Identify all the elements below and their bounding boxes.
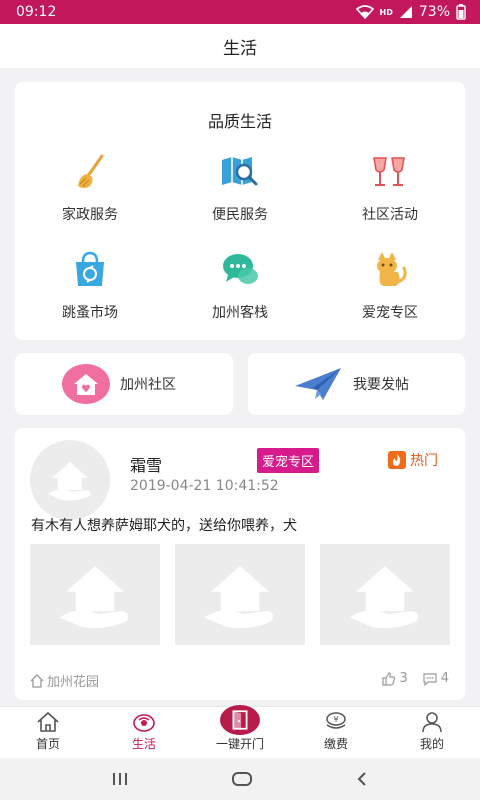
service-label: 便民服务 — [212, 207, 268, 223]
like-button[interactable]: 3 — [382, 671, 408, 686]
create-post-button[interactable]: 我要发帖 — [248, 353, 465, 415]
post-stats: 3 4 — [382, 671, 449, 686]
tab-payment[interactable]: ¥ 缴费 — [288, 707, 384, 758]
comment-count: 4 — [440, 671, 449, 686]
placeholder-house-icon — [204, 565, 273, 628]
placeholder-house-icon — [59, 565, 128, 628]
tab-label: 我的 — [419, 737, 444, 751]
service-label: 家政服务 — [62, 207, 118, 223]
tab-open-door[interactable]: 一键开门 — [192, 705, 288, 758]
life-icon — [133, 714, 155, 732]
placeholder-house-icon — [48, 462, 91, 501]
top-bar: 生活 — [0, 24, 480, 68]
tab-label: 生活 — [131, 737, 156, 751]
battery-icon — [456, 4, 466, 20]
service-label: 爱宠专区 — [362, 305, 418, 321]
service-convenience[interactable]: 便民服务 — [165, 150, 315, 224]
payment-icon: ¥ — [326, 712, 346, 729]
service-label: 加州客栈 — [212, 305, 268, 321]
service-label: 社区活动 — [362, 207, 418, 223]
map-search-icon — [222, 157, 258, 186]
shopping-bag-icon — [76, 251, 104, 286]
avatar[interactable] — [30, 440, 110, 520]
thumbs-up-icon — [382, 671, 396, 686]
status-bar: 09:12 HD 73% — [0, 0, 480, 24]
tab-home[interactable]: 首页 — [0, 707, 96, 758]
home-nav-icon[interactable] — [231, 771, 253, 787]
status-time: 09:12 — [16, 4, 57, 20]
post-location: 加州花园 — [30, 671, 99, 690]
comment-button[interactable]: 4 — [422, 671, 449, 686]
door-icon — [232, 710, 248, 730]
home-icon — [37, 711, 59, 732]
back-icon[interactable] — [355, 771, 369, 787]
chat-bubbles-icon — [223, 254, 258, 284]
post-image[interactable] — [30, 544, 160, 645]
post-image[interactable] — [175, 544, 305, 645]
service-grid: 家政服务 便民服务 社区活动 跳蚤市场 加州客栈 爱宠专区 — [15, 150, 465, 322]
service-pet-zone[interactable]: 爱宠专区 — [315, 248, 465, 322]
svg-text:¥: ¥ — [333, 715, 338, 724]
community-button[interactable]: 加州社区 — [15, 353, 233, 415]
home-outline-icon — [30, 673, 44, 688]
tab-label: 缴费 — [323, 737, 348, 751]
door-button[interactable] — [220, 705, 260, 735]
tab-label: 首页 — [35, 737, 60, 751]
battery-percent: 73% — [418, 4, 450, 20]
category-tag: 爱宠专区 — [257, 448, 320, 473]
signal-icon — [399, 6, 412, 18]
paper-plane-icon — [295, 368, 341, 400]
broom-icon — [78, 154, 104, 188]
page-title: 生活 — [223, 38, 257, 59]
service-california-inn[interactable]: 加州客栈 — [165, 248, 315, 322]
status-indicators: HD 73% — [355, 4, 466, 20]
tab-label: 一键开门 — [215, 737, 264, 751]
service-label: 跳蚤市场 — [62, 305, 118, 321]
service-flea-market[interactable]: 跳蚤市场 — [15, 248, 165, 322]
service-housekeeping[interactable]: 家政服务 — [15, 150, 165, 224]
hot-label: 热门 — [410, 453, 438, 469]
create-post-label: 我要发帖 — [353, 377, 409, 393]
section-title: 品质生活 — [207, 112, 272, 131]
user-name[interactable]: 霜雪 — [130, 452, 162, 476]
comment-icon — [423, 672, 437, 686]
location-label: 加州花园 — [47, 675, 100, 690]
placeholder-house-icon — [349, 565, 418, 628]
wifi-icon — [355, 5, 374, 19]
cat-icon — [377, 252, 407, 286]
wine-glasses-icon — [373, 157, 405, 186]
bottom-tab-bar: 首页 生活 一键开门 ¥ 缴费 我的 — [0, 705, 480, 758]
post-time: 2019-04-21 10:41:52 — [130, 478, 279, 494]
system-nav-bar — [0, 758, 480, 800]
feed-post-card[interactable]: 霜雪 爱宠专区 热门 2019-04-21 10:41:52 有木有人想养萨姆耶… — [15, 428, 465, 700]
post-images — [30, 544, 450, 645]
quality-life-card: 品质生活 家政服务 便民服务 社区活动 跳蚤市场 加州客栈 爱宠专区 — [15, 82, 465, 340]
flame-icon — [388, 451, 406, 469]
tab-mine[interactable]: 我的 — [384, 707, 480, 758]
post-text: 有木有人想养萨姆耶犬的，送给你喂养，犬 — [31, 518, 297, 534]
recent-apps-icon[interactable] — [111, 771, 129, 787]
user-icon — [422, 712, 442, 733]
hot-badge: 热门 — [388, 450, 438, 470]
service-community-activity[interactable]: 社区活动 — [315, 150, 465, 224]
house-heart-icon — [62, 364, 110, 404]
post-image[interactable] — [320, 544, 450, 645]
network-label: HD — [379, 7, 393, 17]
tab-life[interactable]: 生活 — [96, 707, 192, 758]
like-count: 3 — [399, 671, 408, 686]
community-label: 加州社区 — [120, 377, 176, 393]
